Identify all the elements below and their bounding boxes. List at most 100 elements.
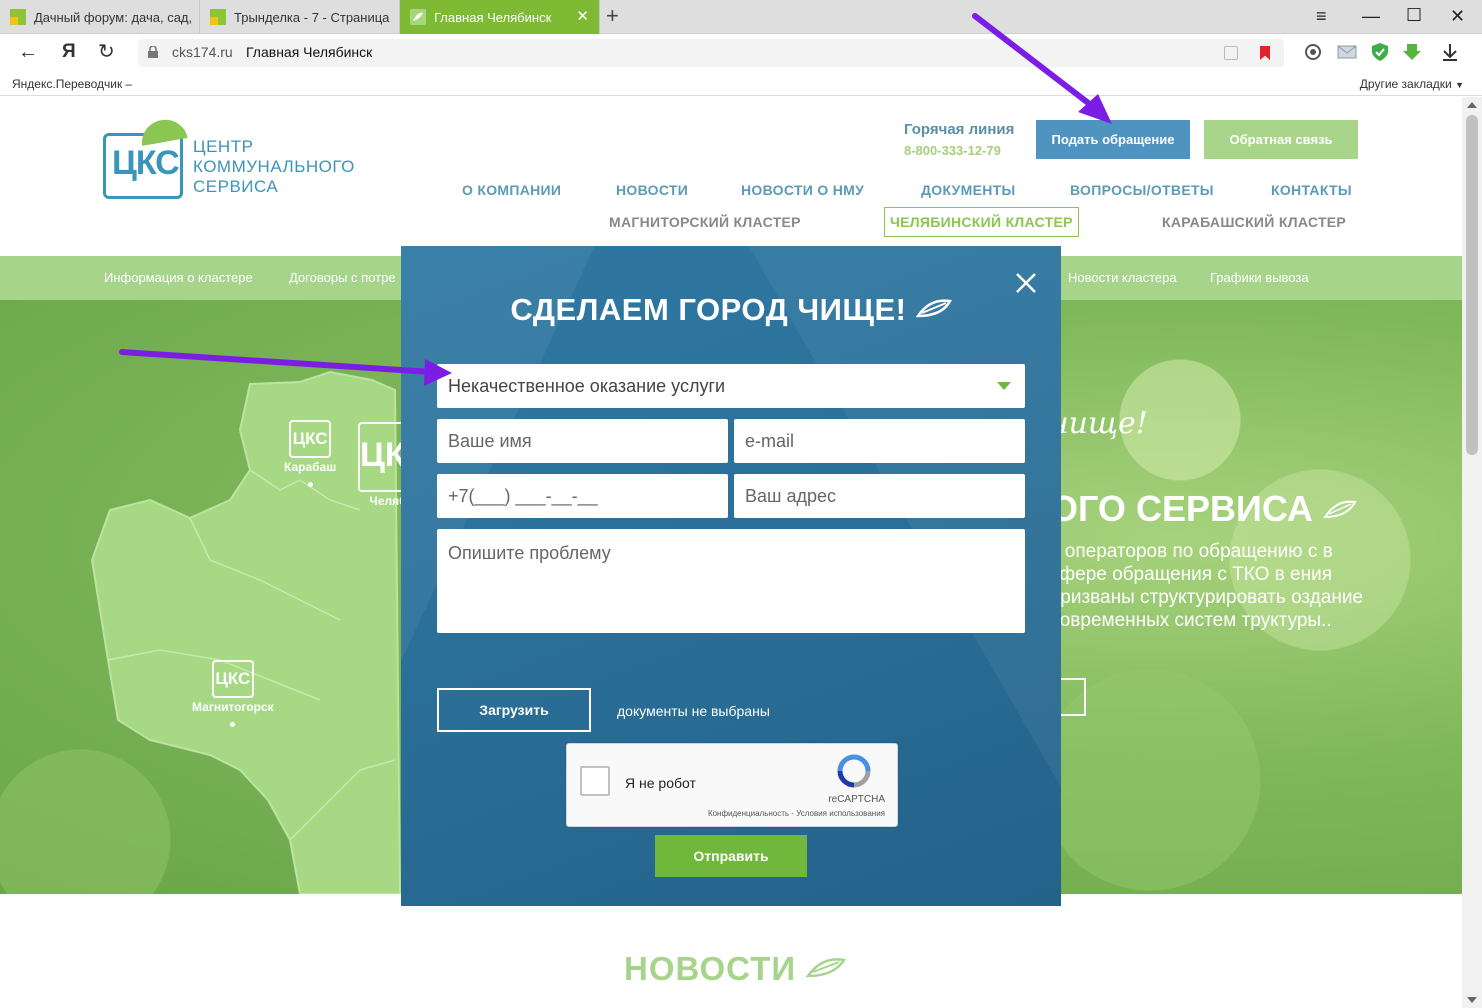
other-bookmarks-label: Другие закладки xyxy=(1359,77,1452,91)
scroll-thumb[interactable] xyxy=(1466,115,1478,455)
leaf-icon xyxy=(138,116,188,146)
tab-bar: Дачный форум: дача, сад, Трынделка - 7 -… xyxy=(0,0,1482,34)
reader-icon[interactable] xyxy=(1224,46,1238,60)
subnav-schedules[interactable]: Графики вывоза xyxy=(1210,270,1309,285)
hero-title: ОГО СЕРВИСА xyxy=(1050,488,1357,530)
bookmarks-bar: Яндекс.Переводчик – Другие закладки ▼ xyxy=(0,72,1482,96)
tab-title: Главная Челябинск xyxy=(434,9,552,25)
scroll-down-icon[interactable] xyxy=(1467,997,1477,1003)
favicon-icon xyxy=(410,9,426,25)
url-field[interactable]: cks174.ru Главная Челябинск xyxy=(138,39,1284,67)
subnav-contracts[interactable]: Договоры с потре xyxy=(289,270,396,285)
new-tab-icon[interactable]: + xyxy=(606,4,619,28)
chevron-down-icon xyxy=(997,382,1011,390)
other-bookmarks[interactable]: Другие закладки ▼ xyxy=(1360,77,1464,91)
captcha-links[interactable]: Конфиденциальность - Условия использован… xyxy=(708,809,885,818)
city-label: Карабаш xyxy=(284,460,337,474)
modal-title: СДЕЛАЕМ ГОРОД ЧИЩЕ! xyxy=(401,292,1061,328)
page-scrollbar[interactable] xyxy=(1462,97,1482,1008)
tab-title: Дачный форум: дача, сад, xyxy=(34,9,193,25)
brand-line: КОММУНАЛЬНОГО xyxy=(193,157,355,176)
address-bar: ← Я ↻ cks174.ru Главная Челябинск xyxy=(0,34,1482,72)
recaptcha-icon xyxy=(837,754,871,788)
city-logo: ЦКС xyxy=(211,660,254,698)
close-tab-icon[interactable]: ✕ xyxy=(576,8,589,26)
favicon-icon xyxy=(10,9,26,25)
url-page-title: Главная Челябинск xyxy=(246,44,373,60)
recaptcha-widget: Я не робот reCAPTCHA Конфиденциальность … xyxy=(566,743,898,827)
cluster-karabash[interactable]: КАРАБАШСКИЙ КЛАСТЕР xyxy=(1162,214,1346,230)
category-select[interactable]: Некачественное оказание услуги xyxy=(437,364,1025,408)
shield-icon[interactable] xyxy=(1370,42,1390,62)
menu-item-nmu-news[interactable]: НОВОСТИ О НМУ xyxy=(741,182,864,198)
hero-script: чище! xyxy=(1050,406,1148,441)
bookmark-yandex-translate[interactable]: Яндекс.Переводчик – xyxy=(12,77,132,91)
menu-item-documents[interactable]: ДОКУМЕНТЫ xyxy=(921,182,1016,198)
captcha-brand: reCAPTCHA xyxy=(828,794,885,805)
address-placeholder: Ваш адрес xyxy=(745,485,836,506)
news-title-text: НОВОСТИ xyxy=(624,950,797,987)
leaf-icon xyxy=(805,958,847,978)
problem-textarea[interactable]: Опишите проблему xyxy=(437,529,1025,633)
yandex-icon[interactable]: Я xyxy=(62,40,76,64)
upload-button[interactable]: Загрузить xyxy=(437,688,591,732)
menu-item-contacts[interactable]: КОНТАКТЫ xyxy=(1271,182,1352,198)
category-selected-value: Некачественное оказание услуги xyxy=(448,375,726,396)
menu-item-news[interactable]: НОВОСТИ xyxy=(616,182,688,198)
city-logo: ЦКС xyxy=(289,420,332,458)
tab-title: Трынделка - 7 - Страница xyxy=(234,9,390,25)
menu-item-faq[interactable]: ВОПРОСЫ/ОТВЕТЫ xyxy=(1070,182,1214,198)
lock-icon xyxy=(148,46,158,58)
feedback-button[interactable]: Обратная связь xyxy=(1204,120,1358,159)
email-field[interactable]: e-mail xyxy=(734,419,1025,463)
close-window-icon[interactable]: ✕ xyxy=(1450,5,1465,27)
menu-icon[interactable]: ≡ xyxy=(1316,5,1327,27)
cluster-chelyabinsk[interactable]: ЧЕЛЯБИНСКИЙ КЛАСТЕР xyxy=(884,207,1079,237)
chevron-down-icon: ▼ xyxy=(1455,80,1464,90)
hotline-phone[interactable]: 8-800-333-12-79 xyxy=(904,143,1001,158)
favicon-icon xyxy=(210,9,226,25)
scroll-up-icon[interactable] xyxy=(1467,102,1477,108)
name-placeholder: Ваше имя xyxy=(448,430,532,451)
leaf-icon xyxy=(1323,500,1357,519)
maximize-icon[interactable]: ☐ xyxy=(1406,4,1422,26)
city-marker-karabash[interactable]: ЦКС Карабаш xyxy=(284,420,336,487)
submit-appeal-button[interactable]: Подать обращение xyxy=(1036,120,1190,159)
phone-field[interactable]: +7(___) ___-__-__ xyxy=(437,474,728,518)
name-field[interactable]: Ваше имя xyxy=(437,419,728,463)
logo-text: ЦКС xyxy=(112,144,180,182)
download-manager-icon[interactable] xyxy=(1402,42,1422,62)
upload-status: документы не выбраны xyxy=(617,703,770,719)
phone-placeholder: +7(___) ___-__-__ xyxy=(448,485,598,506)
hotline-title: Горячая линия xyxy=(904,121,1015,138)
reload-icon[interactable]: ↻ xyxy=(98,40,115,64)
subnav-cluster-info[interactable]: Информация о кластере xyxy=(104,270,253,285)
tab-chelyabinsk[interactable]: Главная Челябинск ✕ xyxy=(400,0,600,34)
bookmark-icon[interactable] xyxy=(1260,46,1270,60)
address-field[interactable]: Ваш адрес xyxy=(734,474,1025,518)
site-logo[interactable]: ЦКС xyxy=(103,116,188,199)
minimize-icon[interactable]: — xyxy=(1362,5,1380,27)
mail-icon[interactable] xyxy=(1337,42,1357,62)
tab-tryndelka[interactable]: Трынделка - 7 - Страница xyxy=(200,0,400,34)
captcha-checkbox[interactable] xyxy=(580,766,610,796)
city-dot xyxy=(307,482,313,487)
brand-name: ЦЕНТР КОММУНАЛЬНОГО СЕРВИСА xyxy=(193,137,355,197)
submit-button[interactable]: Отправить xyxy=(655,835,807,877)
region-map xyxy=(90,370,402,894)
hero-title-text: ОГО СЕРВИСА xyxy=(1050,488,1313,529)
cluster-magnitogorsk[interactable]: МАГНИТОРСКИЙ КЛАСТЕР xyxy=(609,214,801,230)
downloads-icon[interactable] xyxy=(1440,42,1460,62)
brand-line: ЦЕНТР xyxy=(193,137,254,156)
extension-icon[interactable] xyxy=(1304,42,1324,62)
url-host: cks174.ru xyxy=(172,44,233,60)
problem-placeholder: Опишите проблему xyxy=(448,543,611,563)
email-placeholder: e-mail xyxy=(745,430,795,451)
city-marker-magnitogorsk[interactable]: ЦКС Магнитогорск xyxy=(192,660,274,727)
tab-dacha[interactable]: Дачный форум: дача, сад, xyxy=(0,0,200,34)
city-label: Магнитогорск xyxy=(192,700,274,714)
subnav-cluster-news[interactable]: Новости кластера xyxy=(1068,270,1177,285)
back-icon[interactable]: ← xyxy=(18,40,38,64)
menu-item-company[interactable]: О КОМПАНИИ xyxy=(462,182,561,198)
leaf-icon xyxy=(915,299,952,318)
